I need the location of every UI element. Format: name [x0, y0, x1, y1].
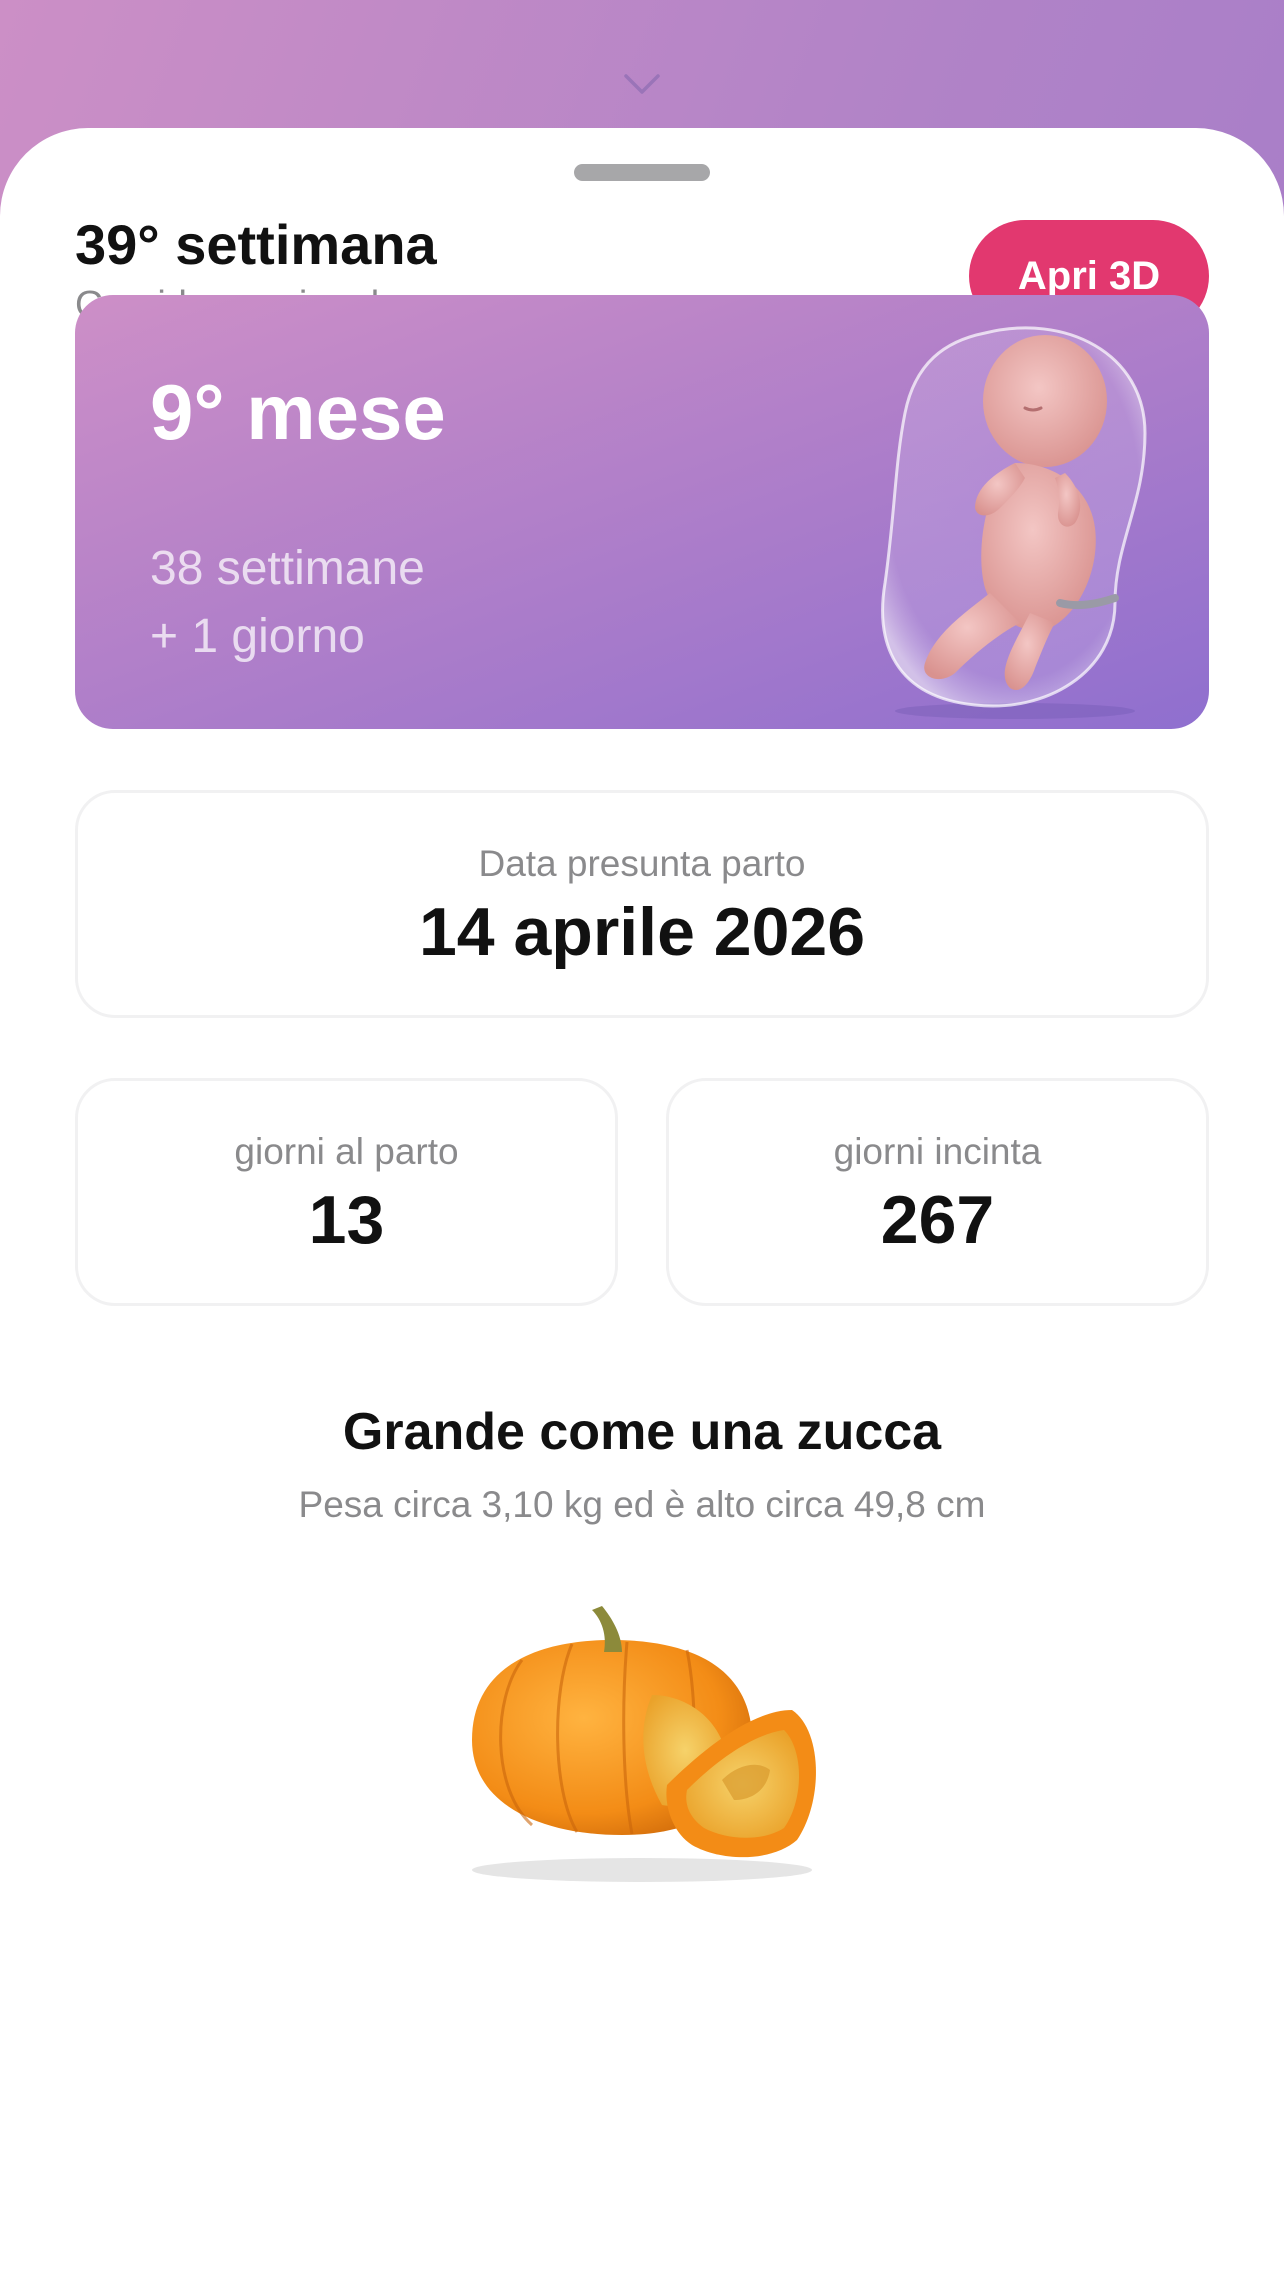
due-date-label: Data presunta parto: [478, 843, 806, 884]
days-count: + 1 giorno: [150, 610, 365, 663]
days-to-birth-card: giorni al parto 13: [75, 1078, 618, 1306]
size-comparison-title: Grande come una zucca: [342, 1403, 942, 1461]
size-comparison-detail: Pesa circa 3,10 kg ed è alto circa 49,8 …: [298, 1484, 986, 1525]
month-title: 9° mese: [150, 368, 446, 456]
chevron-down-icon[interactable]: [622, 72, 662, 96]
due-date-value: 14 aprile 2026: [418, 894, 866, 970]
due-date-card: Data presunta parto 14 aprile 2026: [75, 790, 1209, 1018]
days-pregnant-label: giorni incinta: [833, 1131, 1042, 1172]
sheet-grabber[interactable]: [574, 164, 710, 181]
days-to-birth-label: giorni al parto: [234, 1131, 459, 1172]
month-card[interactable]: 9° mese 38 settimane + 1 giorno: [75, 295, 1209, 729]
pumpkin-icon: [472, 1606, 816, 1882]
days-pregnant-card: giorni incinta 267: [666, 1078, 1209, 1306]
weeks-count: 38 settimane: [150, 542, 425, 595]
fetus-icon: [881, 326, 1147, 719]
bottom-sheet: 39° settimana Gravidanza singola Apri 3D…: [0, 128, 1284, 2282]
pregnancy-week-screen: 39° settimana Gravidanza singola Apri 3D…: [0, 0, 1284, 2282]
days-pregnant-value: 267: [880, 1182, 995, 1258]
week-title: 39° settimana: [75, 213, 437, 276]
days-to-birth-value: 13: [308, 1182, 385, 1258]
month-detail: 38 settimane + 1 giorno: [150, 535, 425, 671]
